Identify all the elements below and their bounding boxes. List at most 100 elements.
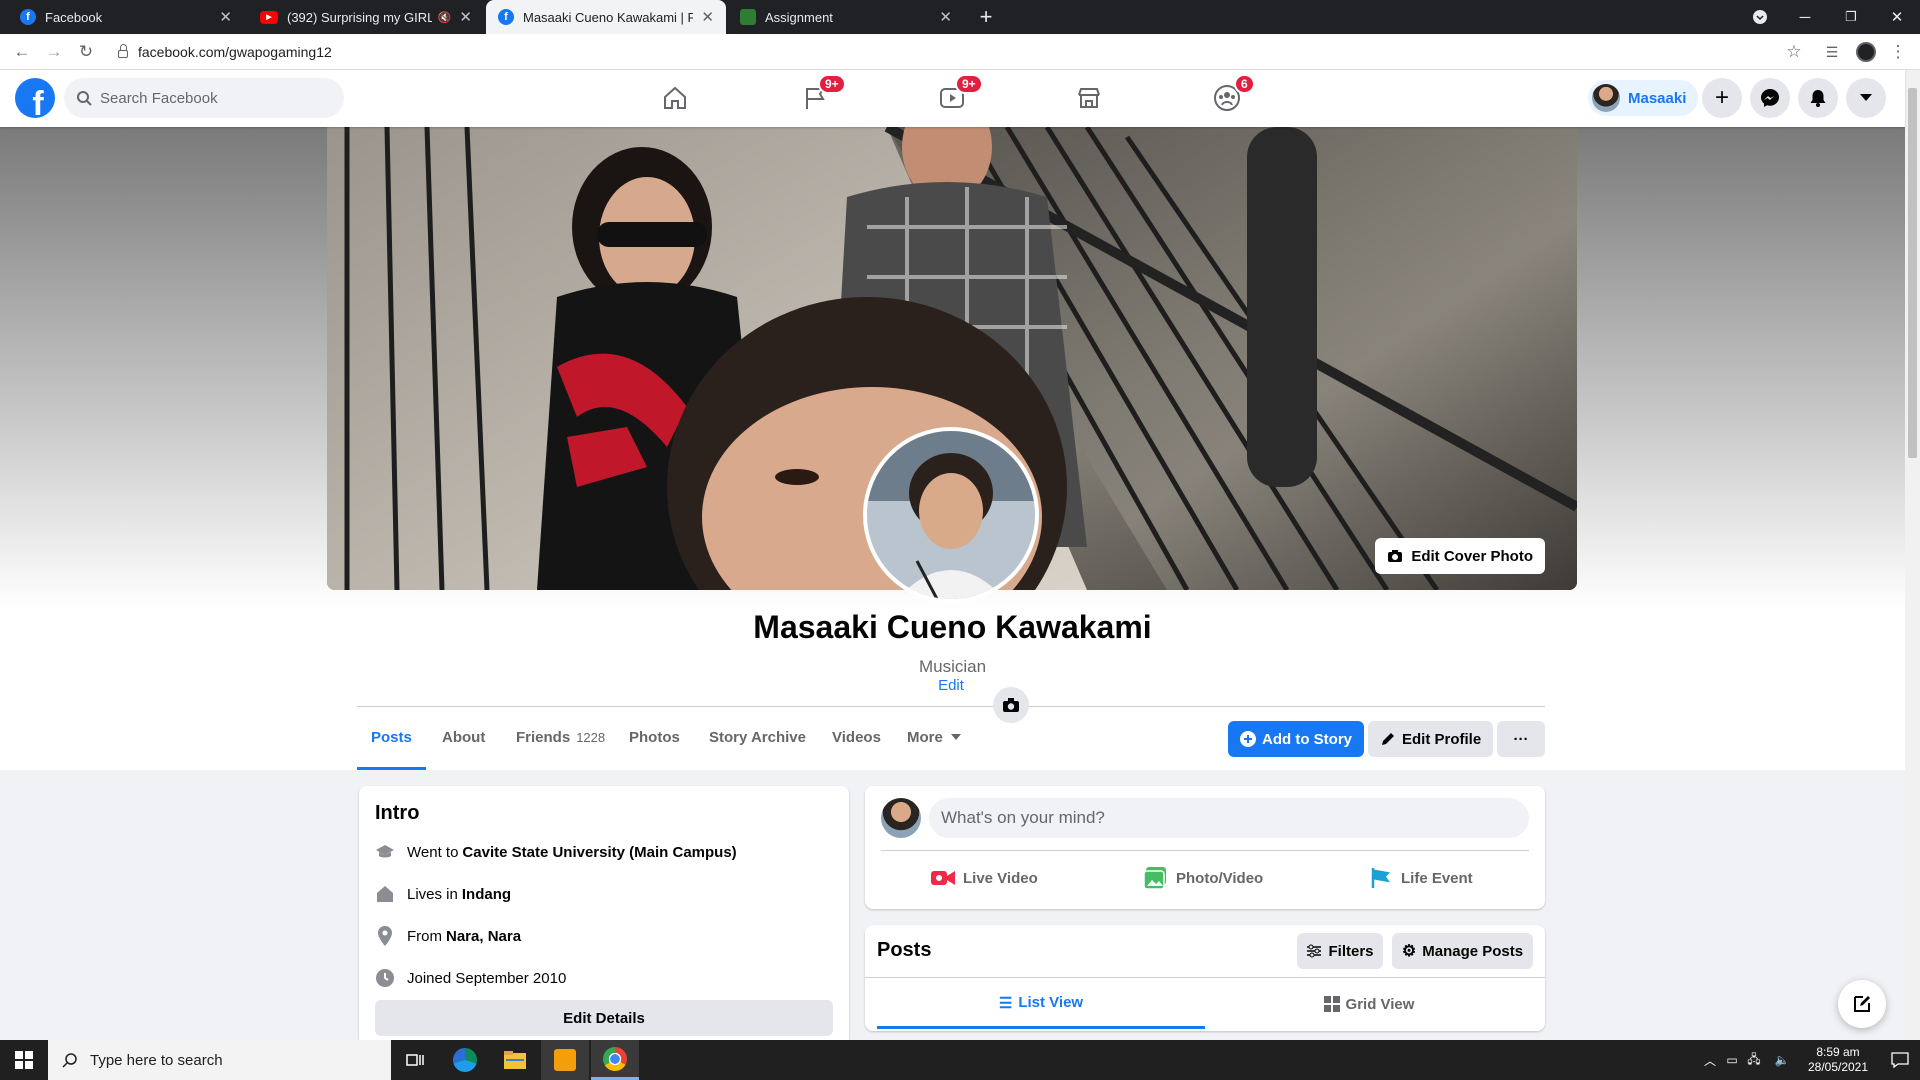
grid-icon [1323, 996, 1340, 1012]
avatar[interactable] [881, 798, 921, 838]
browser-menu-icon[interactable]: ⋮ [1886, 40, 1910, 64]
new-message-button[interactable] [1838, 980, 1886, 1028]
post-composer: What's on your mind? Live Video Photo/Vi… [865, 786, 1545, 909]
close-tab-icon[interactable]: ✕ [219, 8, 232, 26]
forward-icon[interactable]: → [42, 40, 66, 64]
tab-videos[interactable]: Videos [818, 707, 895, 767]
browser-tab-facebook[interactable]: f Facebook ✕ [8, 0, 244, 34]
classroom-icon [740, 9, 756, 25]
facebook-header: f Search Facebook 9+ 9+ 6 Masaaki + [0, 70, 1905, 127]
facebook-search-input[interactable]: Search Facebook [64, 78, 344, 118]
intro-title: Intro [375, 802, 420, 824]
list-view-tab[interactable]: ☰ List View [877, 979, 1205, 1029]
edit-details-button[interactable]: Edit Details [375, 1000, 833, 1036]
scrollbar-thumb[interactable] [1908, 88, 1917, 458]
intro-from: From Nara, Nara [375, 926, 521, 946]
taskbar-search-input[interactable]: Type here to search [48, 1040, 391, 1080]
profile-tabs: Posts About Friends 1228 Photos Story Arc… [357, 706, 1545, 770]
create-plus-icon[interactable]: + [1702, 78, 1742, 118]
tray-chevron-up-icon[interactable]: ︿ [1700, 1040, 1720, 1080]
watch-nav-icon[interactable]: 9+ [897, 74, 1007, 118]
muted-speaker-icon[interactable]: 🔇 [438, 11, 452, 24]
whats-on-your-mind-input[interactable]: What's on your mind? [929, 798, 1529, 838]
camera-icon [1388, 550, 1403, 562]
graduation-cap-icon [375, 842, 395, 862]
tab-photos[interactable]: Photos [615, 707, 694, 767]
life-event-button[interactable]: Life Event [1371, 858, 1473, 898]
file-explorer-icon[interactable] [491, 1040, 539, 1080]
restore-icon[interactable]: ❐ [1828, 0, 1874, 34]
pages-nav-icon[interactable]: 9+ [760, 74, 870, 118]
home-nav-icon[interactable] [620, 78, 730, 118]
update-profile-picture-camera-icon[interactable] [993, 687, 1029, 723]
reading-list-icon[interactable]: ☰ [1820, 40, 1844, 64]
search-icon [77, 91, 92, 106]
back-icon[interactable]: ← [10, 40, 34, 64]
facebook-logo-icon[interactable]: f [15, 78, 55, 118]
profile-bio: Musician [918, 657, 987, 676]
list-icon: ☰ [998, 994, 1013, 1012]
add-to-story-button[interactable]: Add to Story [1228, 721, 1364, 757]
posts-title: Posts [877, 939, 932, 961]
photo-icon [1144, 867, 1166, 889]
messenger-icon[interactable] [1750, 78, 1790, 118]
profile-avatar-icon[interactable] [1854, 40, 1878, 64]
task-view-icon[interactable] [391, 1040, 439, 1080]
notifications-bell-icon[interactable] [1798, 78, 1838, 118]
browser-tab-assignment[interactable]: Assignment ✕ [728, 0, 964, 34]
new-tab-icon[interactable]: + [963, 0, 1009, 34]
device-icon[interactable]: ▭ [1722, 1040, 1742, 1080]
live-video-button[interactable]: Live Video [931, 858, 1038, 898]
close-tab-icon[interactable]: ✕ [701, 8, 714, 26]
browser-tab-profile[interactable]: f Masaaki Cueno Kawakami | Faceb ✕ [486, 0, 726, 34]
edit-cover-photo-button[interactable]: Edit Cover Photo [1375, 538, 1545, 574]
intro-education: Went to Cavite State University (Main Cam… [375, 842, 737, 862]
photo-video-button[interactable]: Photo/Video [1144, 858, 1263, 898]
volume-icon[interactable]: 🔈 [1772, 1040, 1792, 1080]
filters-button[interactable]: Filters [1297, 933, 1383, 969]
minimize-icon[interactable]: ─ [1782, 0, 1828, 34]
tab-search-icon[interactable] [1737, 0, 1783, 34]
posts-card: Posts Filters ⚙ Manage Posts ☰ List View… [865, 925, 1545, 1031]
account-dropdown-icon[interactable] [1846, 78, 1886, 118]
profile-picture[interactable] [863, 427, 1039, 603]
avatar [1592, 84, 1620, 112]
edit-profile-button[interactable]: Edit Profile [1368, 721, 1494, 757]
network-icon[interactable]: 🖧 [1744, 1040, 1764, 1080]
profile-shortcut-button[interactable]: Masaaki [1588, 80, 1699, 116]
address-bar[interactable]: facebook.com/gwapogaming12 [110, 39, 1810, 65]
tab-about[interactable]: About [428, 707, 499, 767]
profile-header: Edit Cover Photo Masaaki Cueno Kawakami … [0, 127, 1905, 770]
browser-tab-strip: f Facebook ✕ ▶ (392) Surprising my GIRLF… [0, 0, 1920, 34]
close-window-icon[interactable]: ✕ [1874, 0, 1920, 34]
edit-bio-link[interactable]: Edit [921, 677, 981, 694]
grid-view-tab[interactable]: Grid View [1205, 979, 1533, 1029]
bookmark-star-icon[interactable]: ☆ [1782, 40, 1806, 64]
tab-posts[interactable]: Posts [357, 707, 426, 770]
marketplace-nav-icon[interactable] [1034, 78, 1144, 118]
tab-more[interactable]: More [893, 707, 975, 767]
browser-tab-youtube[interactable]: ▶ (392) Surprising my GIRLFRIE 🔇 ✕ [248, 0, 484, 34]
compose-icon [1854, 996, 1870, 1012]
sublime-text-icon[interactable] [541, 1040, 589, 1080]
windows-taskbar: Type here to search ︿ ▭ 🖧 🔈 8:59 am 28/0… [0, 1040, 1920, 1080]
manage-posts-button[interactable]: ⚙ Manage Posts [1392, 933, 1533, 969]
tab-story-archive[interactable]: Story Archive [695, 707, 820, 767]
tab-friends[interactable]: Friends 1228 [502, 707, 619, 767]
pencil-icon [1382, 733, 1394, 745]
groups-badge: 6 [1234, 74, 1255, 94]
close-tab-icon[interactable]: ✕ [459, 8, 472, 26]
windows-start-icon[interactable] [0, 1040, 48, 1080]
edge-browser-icon[interactable] [441, 1040, 489, 1080]
chrome-icon[interactable] [591, 1040, 639, 1080]
page-scrollbar[interactable] [1905, 70, 1920, 1040]
groups-nav-icon[interactable]: 6 [1172, 74, 1282, 118]
notification-center-icon[interactable] [1880, 1040, 1920, 1080]
close-tab-icon[interactable]: ✕ [939, 8, 952, 26]
location-pin-icon [375, 926, 395, 946]
taskbar-clock[interactable]: 8:59 am 28/05/2021 [1798, 1040, 1878, 1080]
reload-icon[interactable]: ↻ [74, 40, 98, 64]
more-options-button[interactable]: ··· [1497, 721, 1545, 757]
pages-badge: 9+ [818, 74, 846, 94]
intro-card: Intro Went to Cavite State University (Ma… [359, 786, 849, 1046]
